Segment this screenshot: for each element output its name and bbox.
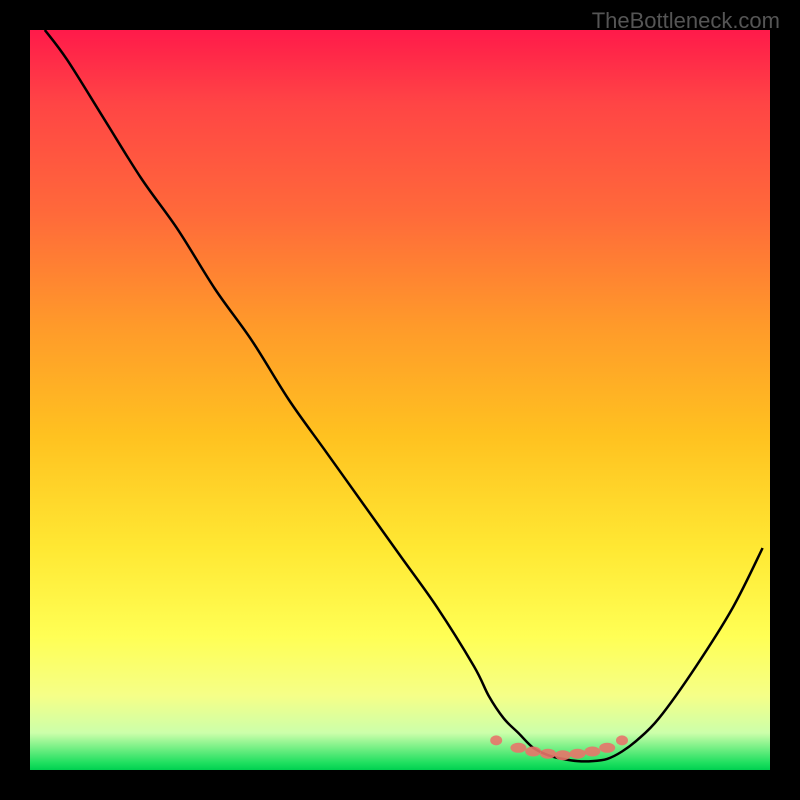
bottleneck-curve [45, 30, 763, 761]
marker-dot [510, 743, 526, 753]
marker-dot [599, 743, 615, 753]
marker-dot [540, 749, 556, 759]
optimal-range-markers [490, 735, 628, 760]
chart-svg [30, 30, 770, 770]
chart-plot-area [30, 30, 770, 770]
watermark-text: TheBottleneck.com [592, 8, 780, 34]
marker-dot [555, 750, 571, 760]
marker-dot [570, 749, 586, 759]
marker-dot [490, 735, 502, 745]
marker-dot [525, 747, 541, 757]
marker-dot [584, 747, 600, 757]
marker-dot [616, 735, 628, 745]
